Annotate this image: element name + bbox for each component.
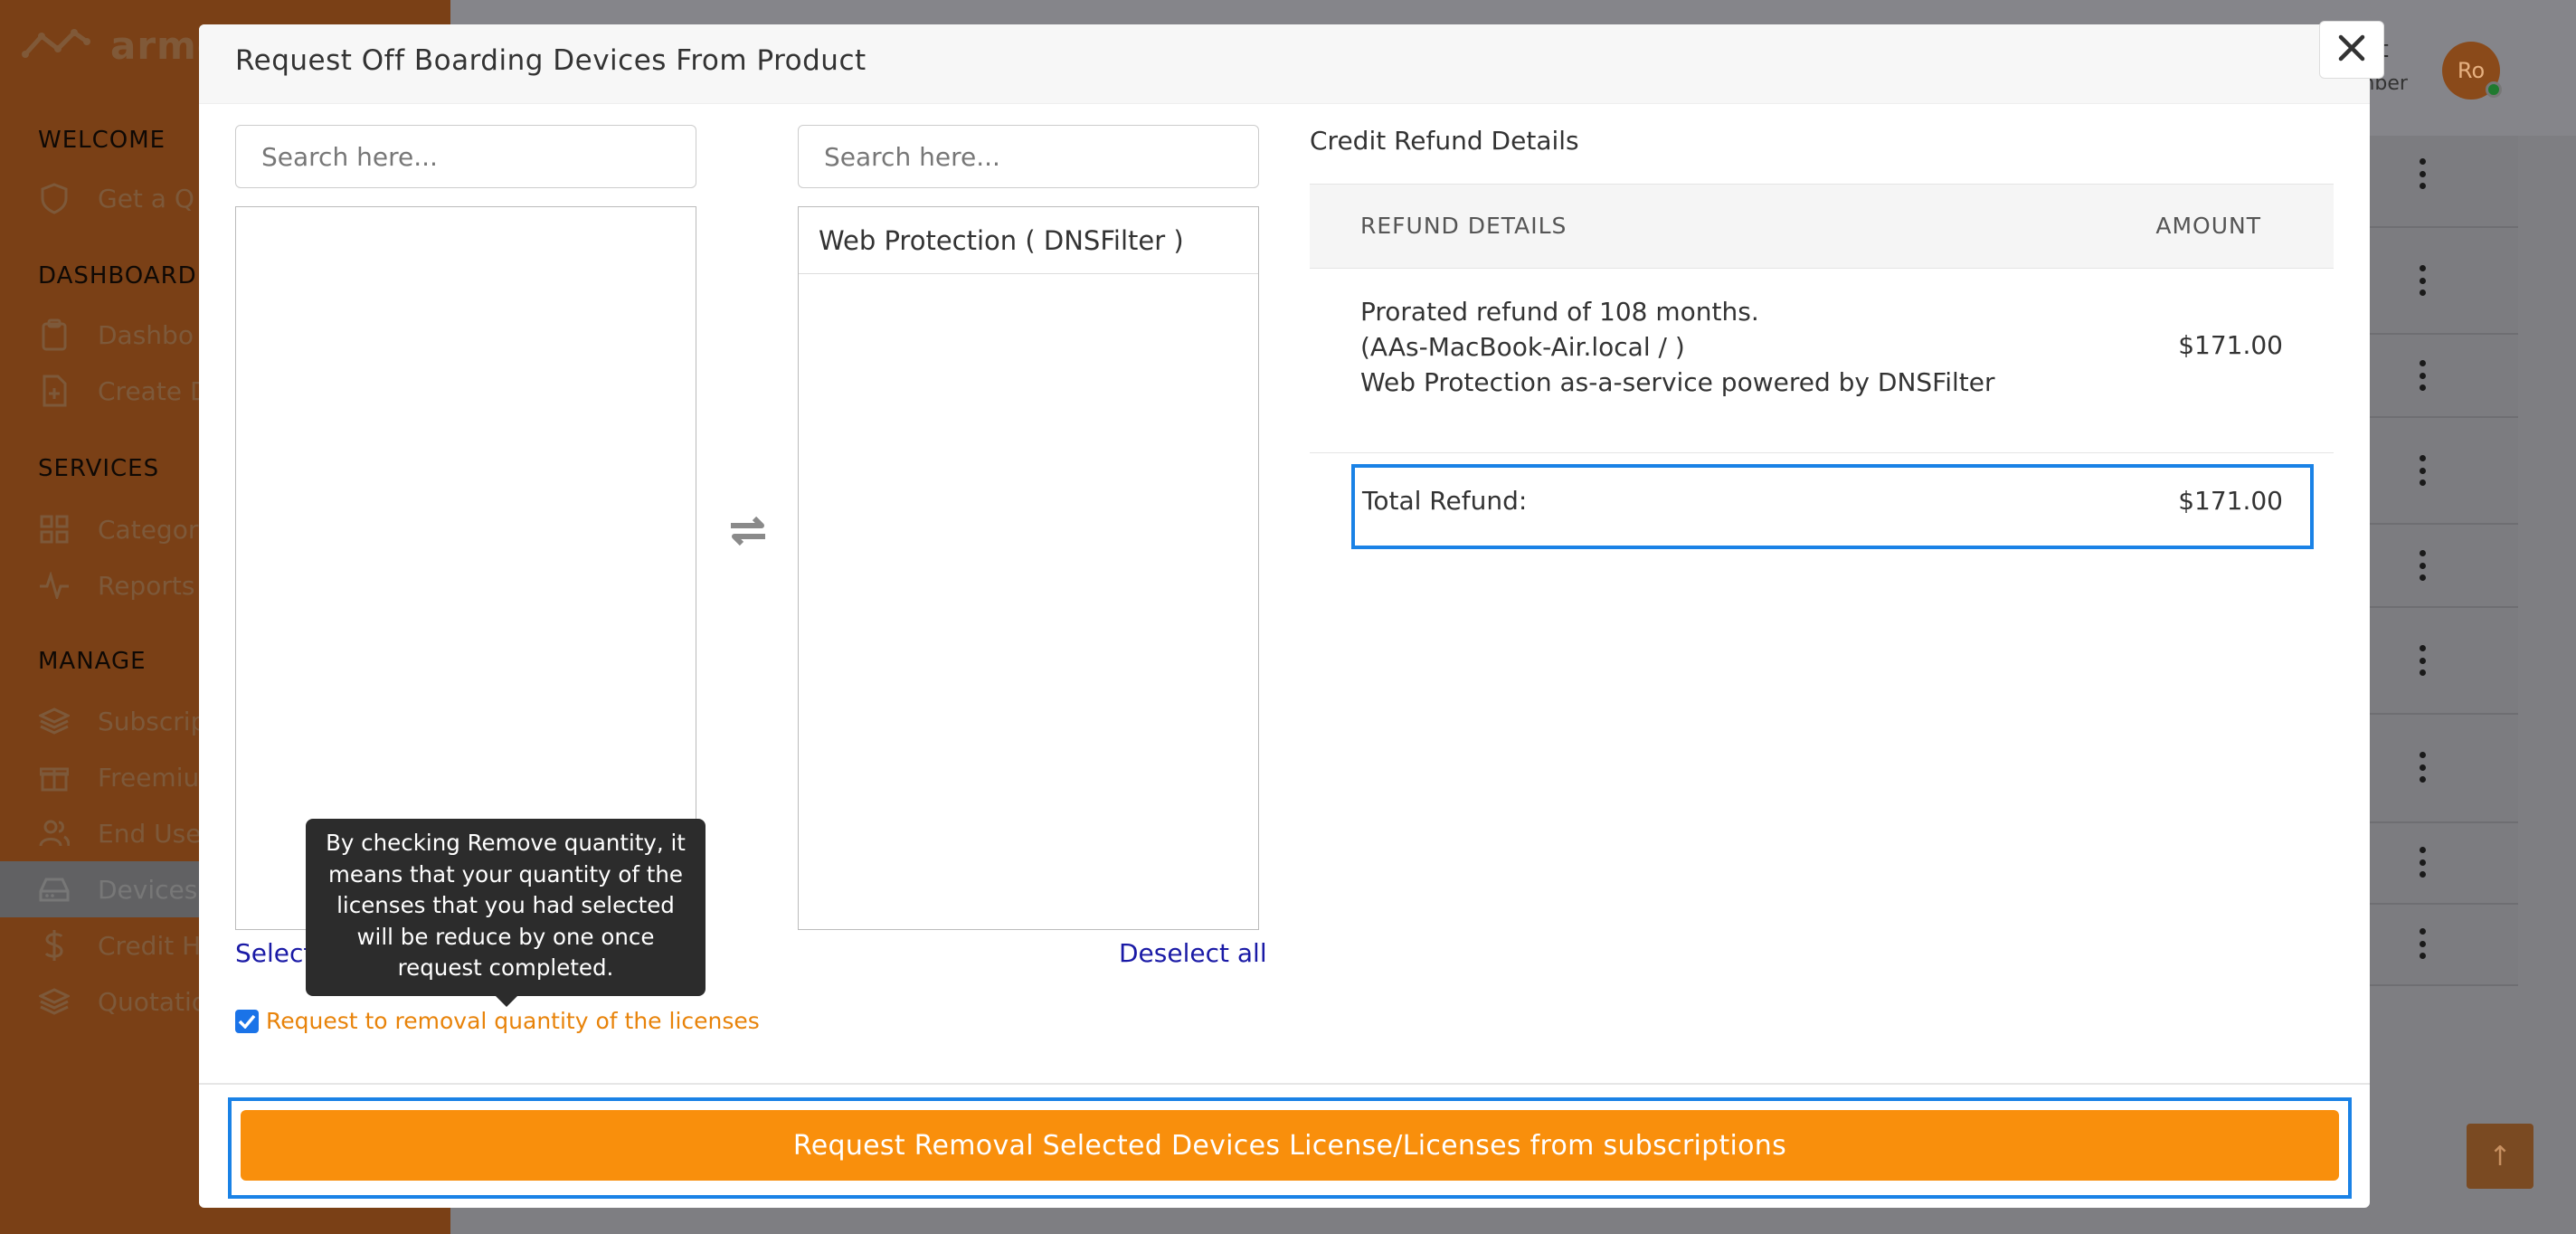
tooltip-arrow bbox=[494, 994, 519, 1007]
refund-line: Prorated refund of 108 months. bbox=[1360, 297, 1759, 327]
deselect-all-link[interactable]: Deselect all bbox=[1119, 938, 1267, 968]
avatar[interactable]: Ro bbox=[2442, 42, 2502, 100]
row-menu-icon[interactable] bbox=[2417, 455, 2428, 486]
tooltip-line: licenses that you had selected bbox=[336, 892, 675, 918]
row-menu-icon[interactable] bbox=[2417, 265, 2428, 296]
remove-quantity-label[interactable]: Request to removal quantity of the licen… bbox=[266, 1008, 760, 1034]
row-menu-icon[interactable] bbox=[2417, 645, 2428, 676]
sidebar-section-dashboard: DASHBOARD bbox=[38, 262, 197, 290]
row-menu-icon[interactable] bbox=[2417, 158, 2428, 189]
row-menu-icon[interactable] bbox=[2417, 550, 2428, 581]
modal-header: Request Off Boarding Devices From Produc… bbox=[199, 24, 2370, 104]
refund-section-title: Credit Refund Details bbox=[1310, 126, 1579, 156]
left-search-input[interactable] bbox=[235, 125, 696, 188]
sidebar-item-label: Reports bbox=[98, 570, 195, 601]
layers-icon bbox=[38, 985, 71, 1018]
users-icon bbox=[38, 817, 71, 850]
total-refund-row: Total Refund: $171.00 bbox=[1351, 464, 2314, 549]
total-refund-amount: $171.00 bbox=[2178, 486, 2283, 516]
file-plus-icon bbox=[38, 375, 71, 407]
activity-icon bbox=[38, 569, 71, 602]
sidebar-section-services: SERVICES bbox=[38, 455, 160, 482]
modal-title: Request Off Boarding Devices From Produc… bbox=[235, 44, 867, 77]
table-row: Prorated refund of 108 months. (AAs-MacB… bbox=[1310, 269, 2334, 453]
remove-quantity-checkbox[interactable] bbox=[235, 1009, 259, 1033]
tooltip-line: will be reduce by one once bbox=[356, 923, 655, 950]
row-menu-icon[interactable] bbox=[2417, 360, 2428, 391]
sidebar-item-label: Dashbo bbox=[98, 319, 194, 350]
total-refund-label: Total Refund: bbox=[1362, 486, 1528, 516]
sidebar-item-label: Create D bbox=[98, 375, 210, 406]
close-icon bbox=[2338, 34, 2365, 65]
row-menu-icon[interactable] bbox=[2417, 847, 2428, 878]
select-all-link[interactable]: Select bbox=[235, 938, 313, 968]
tooltip-line: request completed. bbox=[397, 954, 614, 981]
sidebar-item-label: End Use bbox=[98, 818, 202, 849]
column-header-amount: AMOUNT bbox=[2155, 213, 2261, 239]
refund-table: REFUND DETAILS AMOUNT Prorated refund of… bbox=[1310, 184, 2334, 453]
row-menu-icon[interactable] bbox=[2417, 928, 2428, 959]
right-search-input[interactable] bbox=[798, 125, 1259, 188]
modal-footer-divider bbox=[199, 1083, 2370, 1085]
avatar-initials: Ro bbox=[2457, 58, 2486, 83]
arrow-up-icon: ↑ bbox=[2488, 1140, 2512, 1172]
list-item[interactable]: Web Protection ( DNSFilter ) bbox=[799, 207, 1258, 274]
refund-table-header: REFUND DETAILS AMOUNT bbox=[1310, 184, 2334, 269]
sidebar-item-label: Quotatio bbox=[98, 986, 207, 1017]
dollar-icon bbox=[38, 929, 71, 962]
gift-icon bbox=[38, 761, 71, 793]
sidebar-item-label: Credit H bbox=[98, 930, 202, 961]
scroll-to-top-button[interactable]: ↑ bbox=[2467, 1124, 2533, 1189]
request-removal-button[interactable]: Request Removal Selected Devices License… bbox=[241, 1110, 2339, 1181]
remove-quantity-option[interactable]: Request to removal quantity of the licen… bbox=[235, 1008, 760, 1034]
sidebar-item-label: Get a Q bbox=[98, 183, 194, 214]
close-modal-button[interactable] bbox=[2319, 21, 2384, 79]
column-header-details: REFUND DETAILS bbox=[1360, 213, 1567, 239]
refund-line: Web Protection as-a-service powered by D… bbox=[1360, 367, 1995, 397]
row-menu-icon[interactable] bbox=[2417, 752, 2428, 783]
grid-icon bbox=[38, 513, 71, 546]
shield-icon bbox=[38, 182, 71, 214]
sidebar-item-label: Devices bbox=[98, 874, 198, 905]
brand[interactable]: armo bbox=[22, 20, 224, 71]
refund-description: Prorated refund of 108 months. (AAs-MacB… bbox=[1360, 294, 1995, 400]
transfer-arrows-icon[interactable] bbox=[725, 511, 771, 551]
sidebar-item-label: Subscrip bbox=[98, 706, 207, 736]
selected-devices-list[interactable]: Web Protection ( DNSFilter ) bbox=[798, 206, 1259, 930]
layers-icon bbox=[38, 705, 71, 737]
refund-line: (AAs-MacBook-Air.local / ) bbox=[1360, 332, 1685, 362]
clipboard-icon bbox=[38, 318, 71, 351]
tooltip-line: means that your quantity of the bbox=[328, 860, 683, 888]
hard-drive-icon bbox=[38, 873, 71, 906]
sidebar-item-label: Freemiu bbox=[98, 762, 200, 793]
offboarding-modal: Request Off Boarding Devices From Produc… bbox=[199, 24, 2370, 1208]
sidebar-section-welcome: WELCOME bbox=[38, 127, 166, 154]
tooltip-line: By checking Remove quantity, it bbox=[326, 830, 686, 856]
refund-amount: $171.00 bbox=[2178, 330, 2283, 360]
remove-quantity-tooltip: By checking Remove quantity, it means th… bbox=[306, 819, 706, 996]
logo-icon bbox=[22, 25, 90, 65]
online-status-dot bbox=[2486, 81, 2502, 98]
sidebar-section-manage: MANAGE bbox=[38, 648, 147, 675]
sidebar-item-label: Categor bbox=[98, 514, 199, 545]
